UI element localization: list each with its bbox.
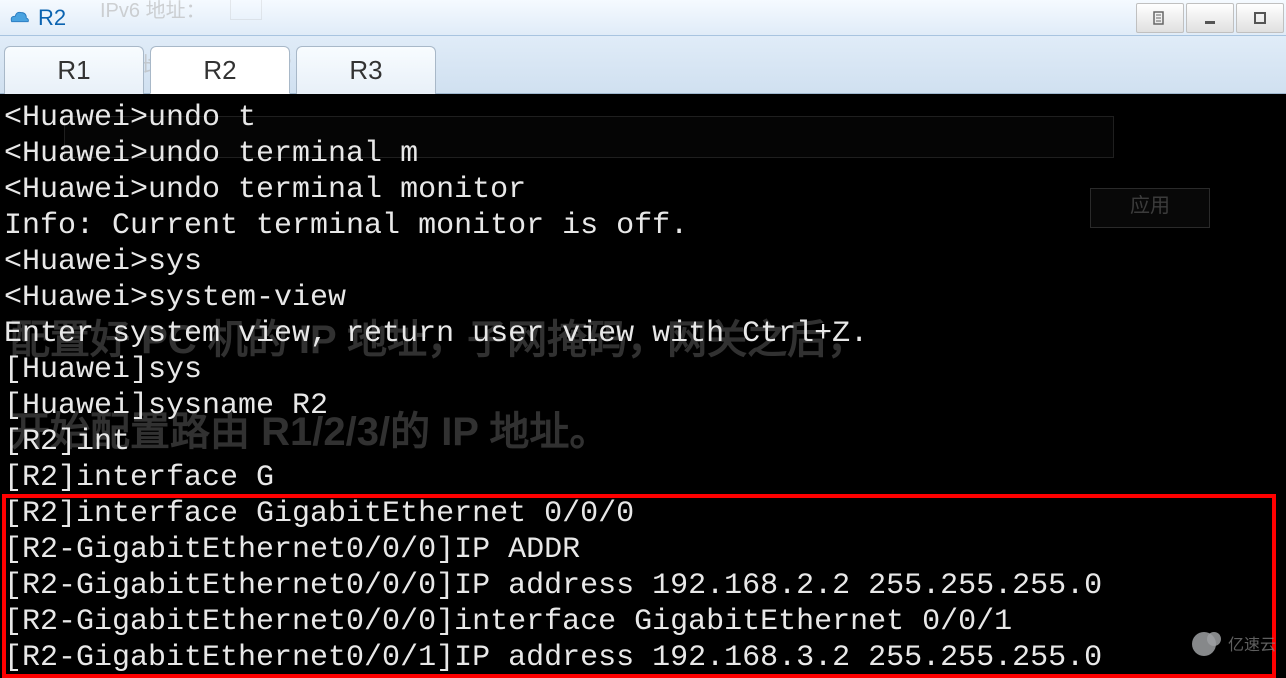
terminal-line: <Huawei>system-view xyxy=(4,280,1282,316)
terminal-line: [R2]interface GigabitEthernet 0/0/0 xyxy=(4,496,1282,532)
title-left: R2 xyxy=(8,5,66,31)
tab-r3[interactable]: R3 xyxy=(296,46,436,94)
terminal-line: [R2]interface G xyxy=(4,460,1282,496)
terminal-line: [R2]int xyxy=(4,424,1282,460)
terminal-line: <Huawei>sys xyxy=(4,244,1282,280)
window-title: R2 xyxy=(38,5,66,31)
terminal-line: Info: Current terminal monitor is off. xyxy=(4,208,1282,244)
terminal-line: [Huawei]sys xyxy=(4,352,1282,388)
terminal-line: <Huawei>undo terminal monitor xyxy=(4,172,1282,208)
terminal-line: <Huawei>undo t xyxy=(4,100,1282,136)
terminal[interactable]: 配置好 PC 机的 IP 地址，子网掩码，网关之后， 开始配置路由 R1/2/3… xyxy=(0,94,1286,678)
window-controls xyxy=(1134,3,1284,33)
terminal-line: [R2-GigabitEthernet0/0/0]IP address 192.… xyxy=(4,568,1282,604)
terminal-line: Enter system view, return user view with… xyxy=(4,316,1282,352)
menu-button[interactable] xyxy=(1136,3,1184,33)
app-icon xyxy=(8,7,30,29)
tab-r2[interactable]: R2 xyxy=(150,46,290,94)
terminal-line: [R2-GigabitEthernet0/0/0]IP ADDR xyxy=(4,532,1282,568)
tab-bar: IPv6 地址： 前缀长度： 128 R1R2R3 xyxy=(0,36,1286,94)
minimize-button[interactable] xyxy=(1186,3,1234,33)
terminal-line: [R2-GigabitEthernet0/0/1]IP address 192.… xyxy=(4,640,1282,676)
maximize-button[interactable] xyxy=(1236,3,1284,33)
tab-r1[interactable]: R1 xyxy=(4,46,144,94)
terminal-line: [Huawei]sysname R2 xyxy=(4,388,1282,424)
terminal-line: [R2-GigabitEthernet0/0/0]interface Gigab… xyxy=(4,604,1282,640)
title-bar: R2 xyxy=(0,0,1286,36)
terminal-line: <Huawei>undo terminal m xyxy=(4,136,1282,172)
